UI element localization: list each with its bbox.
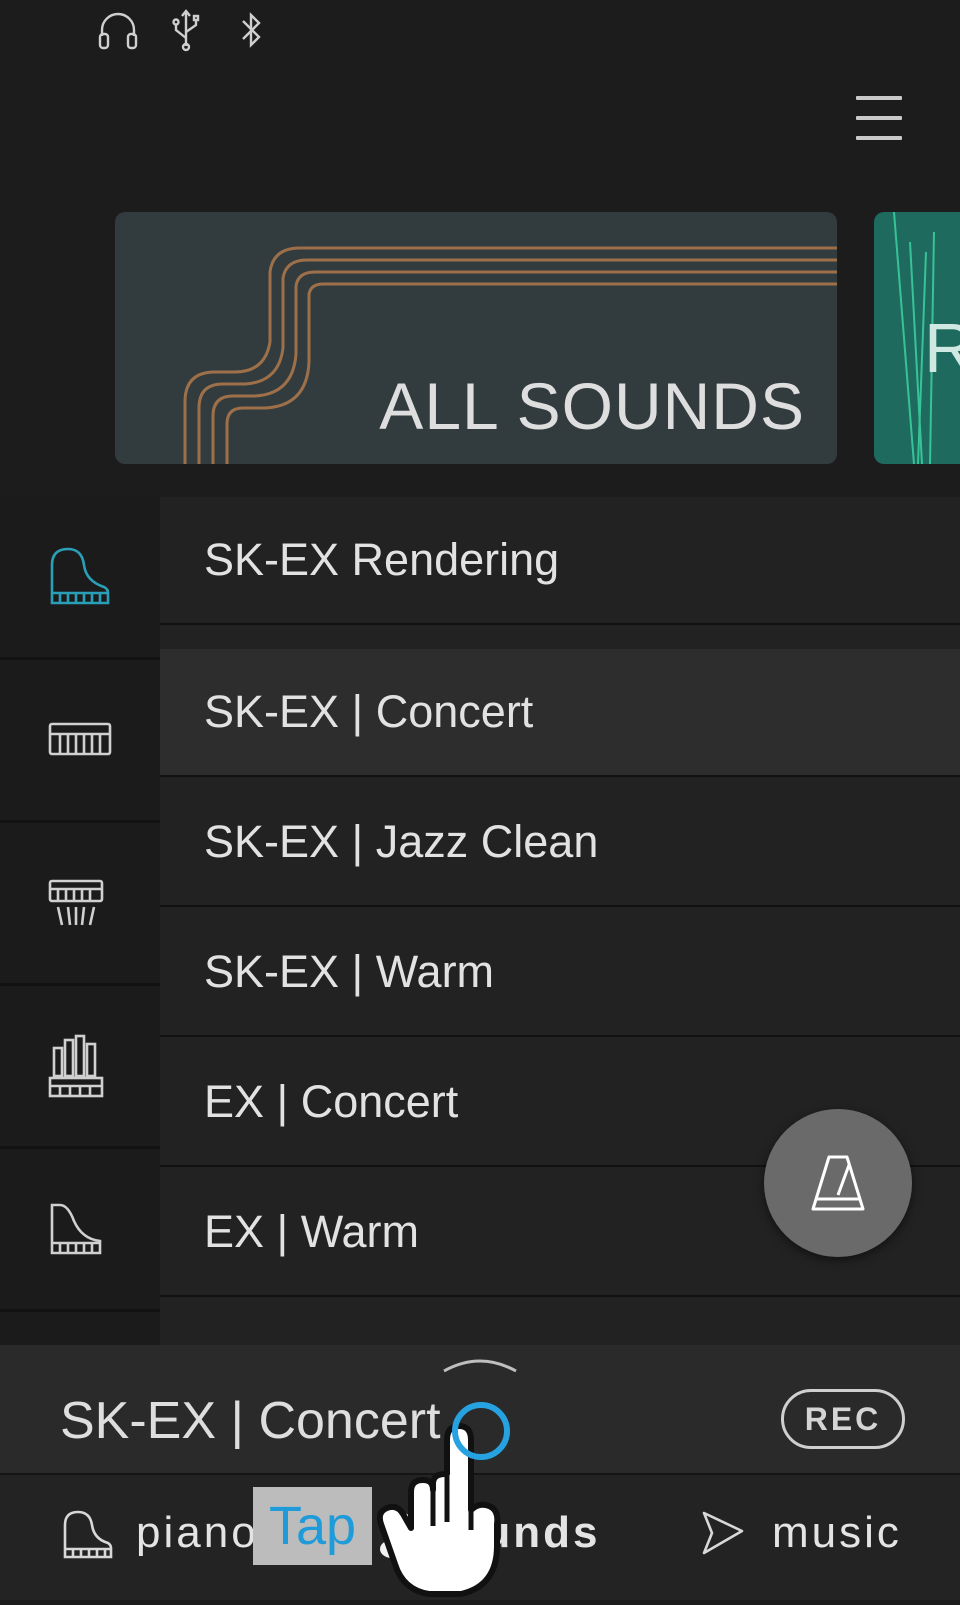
sound-name: EX | Warm (204, 1206, 420, 1257)
nav-piano[interactable]: piano (56, 1475, 266, 1600)
category-grand-piano[interactable] (0, 497, 160, 660)
category-sidebar (0, 497, 160, 1345)
list-item[interactable]: SK-EX | Concert (160, 649, 960, 777)
nav-label: piano (136, 1508, 259, 1557)
list-item[interactable]: SK-EX | Jazz Clean (160, 779, 960, 907)
hamburger-menu-icon[interactable] (846, 90, 910, 146)
metronome-button[interactable] (764, 1109, 912, 1257)
play-icon (702, 1511, 744, 1555)
status-bar (0, 0, 960, 60)
tap-hint-label: Tap (253, 1487, 372, 1565)
sound-name: EX | Concert (204, 1076, 459, 1127)
sound-name: SK-EX | Concert (204, 686, 534, 737)
rec-button[interactable]: REC (781, 1389, 905, 1449)
chevron-up-icon[interactable] (440, 1351, 520, 1375)
tap-target-ring (452, 1402, 510, 1460)
category-organ[interactable] (0, 986, 160, 1149)
grand-piano-icon (50, 547, 110, 605)
bluetooth-icon (229, 8, 273, 52)
next-category-card[interactable]: R (874, 212, 960, 464)
all-sounds-card[interactable]: ALL SOUNDS (115, 212, 837, 464)
card-title: R (924, 309, 960, 387)
metronome-icon (811, 1155, 865, 1211)
category-electric-piano[interactable] (0, 823, 160, 986)
nav-label: music (772, 1508, 902, 1557)
harpsichord-icon (50, 1203, 102, 1255)
list-item[interactable]: SK-EX | Warm (160, 909, 960, 1037)
card-title: ALL SOUNDS (379, 369, 805, 443)
category-keyboard[interactable] (0, 660, 160, 823)
sound-name: SK-EX Rendering (204, 534, 560, 585)
usb-icon (164, 8, 208, 52)
sound-name: SK-EX | Jazz Clean (204, 816, 599, 867)
sound-name: SK-EX | Warm (204, 946, 495, 997)
keyboard-icon (48, 722, 112, 756)
list-item[interactable]: SK-EX Rendering (160, 497, 960, 625)
headphones-icon (96, 8, 140, 52)
category-harpsichord[interactable] (0, 1149, 160, 1312)
electric-piano-icon (48, 879, 104, 926)
organ-pipes-icon (48, 1034, 104, 1098)
nav-music[interactable]: music (700, 1475, 920, 1600)
grand-piano-icon (63, 1510, 113, 1559)
